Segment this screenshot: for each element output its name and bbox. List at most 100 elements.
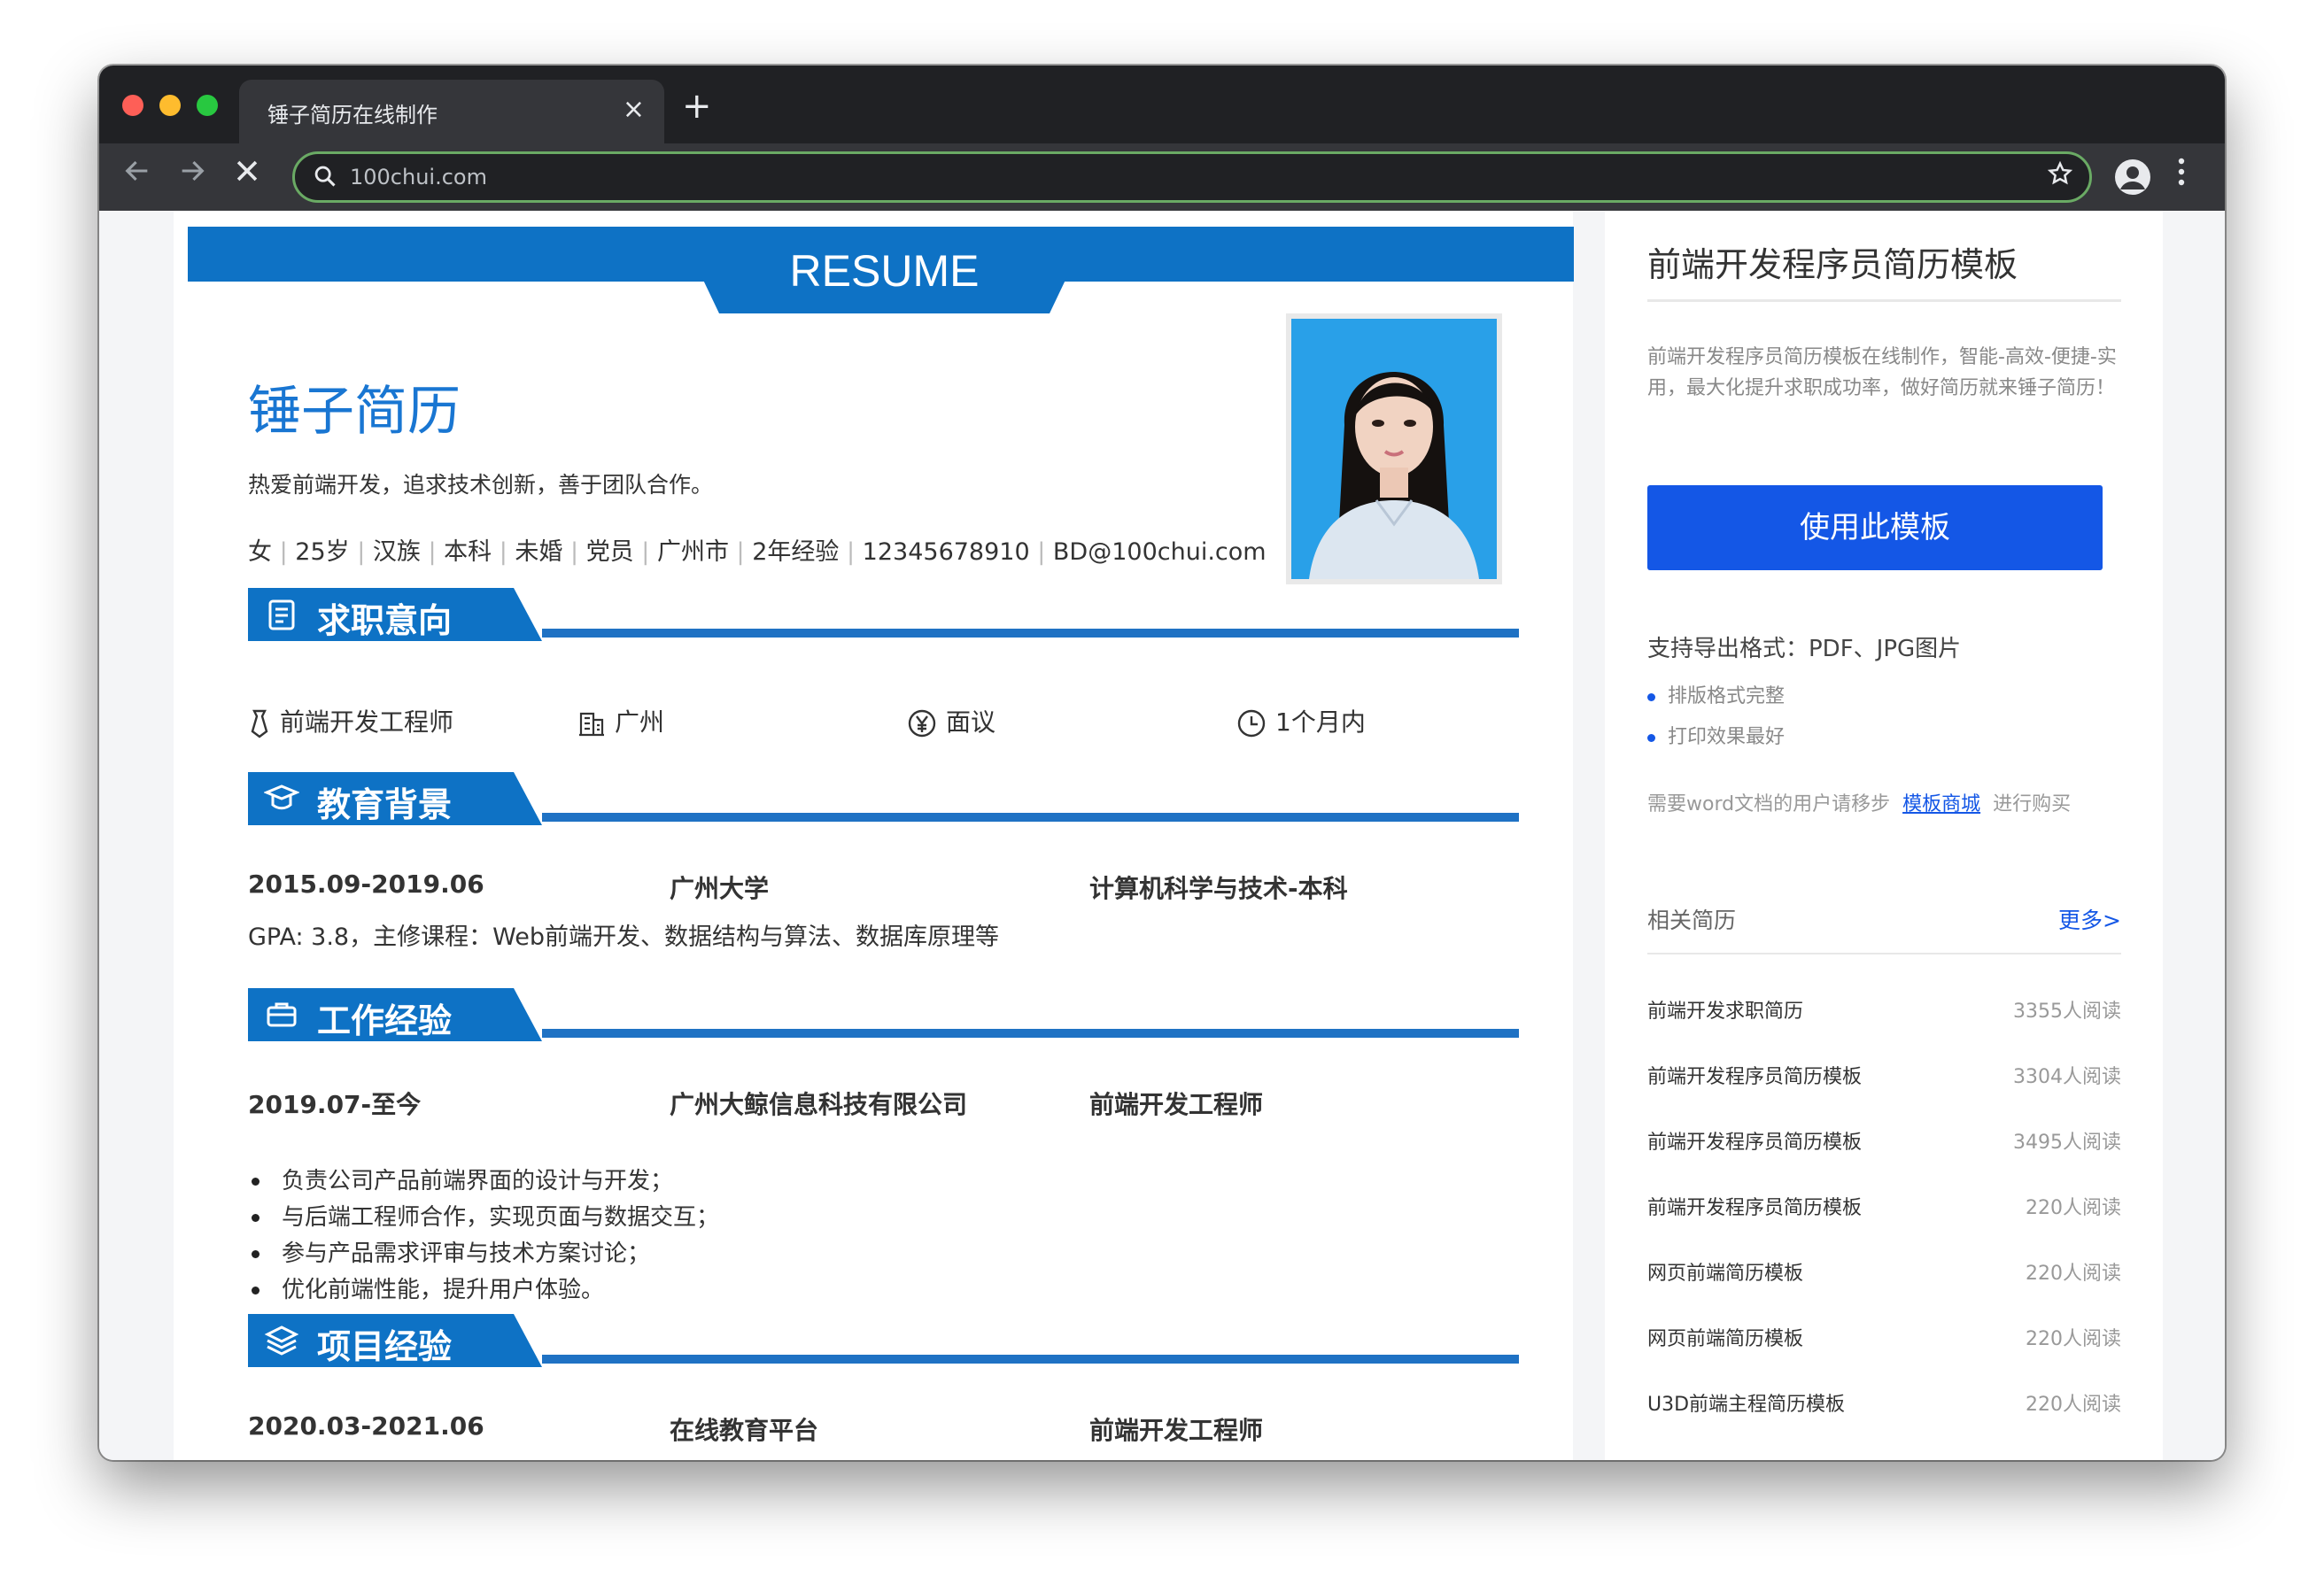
intent-city-text: 广州 — [615, 707, 665, 737]
document-list-icon — [268, 599, 295, 630]
close-window-button[interactable] — [122, 95, 143, 116]
template-description: 前端开发程序员简历模板在线制作，智能-高效-便捷-实用，最大化提升求职成功率，做… — [1647, 346, 2117, 399]
related-item-title: 网页前端简历模板 — [1647, 1263, 1804, 1285]
divider — [1647, 953, 2121, 954]
tab-bar: 锤子简历在线制作 × + — [99, 66, 2225, 143]
edu-period: 2015.09-2019.06 — [248, 869, 484, 899]
resume-preview: RESUME 锤子简历 热爱前端开发，追求技术创新，善于团队合作。 女 | 25… — [174, 211, 1574, 1460]
maximize-window-button[interactable] — [197, 95, 218, 116]
info-separator: | — [1029, 538, 1053, 566]
related-item-count: 220人阅读 — [2026, 1263, 2121, 1285]
section-job-intent: 求职意向 — [248, 588, 1519, 641]
account-avatar-icon[interactable] — [2115, 159, 2150, 195]
intent-city: 广州 — [577, 703, 664, 738]
list-item: 优化前端性能，提升用户体验。 — [248, 1272, 719, 1309]
related-item-title: 前端开发求职简历 — [1647, 1001, 1804, 1023]
browser-toolbar: 100chui.com — [99, 143, 2225, 211]
template-store-link[interactable]: 模板商城 — [1902, 793, 1980, 815]
forward-icon[interactable] — [177, 156, 207, 197]
divider — [1647, 299, 2121, 302]
resume-name: 锤子简历 — [248, 381, 461, 443]
section-title: 工作经验 — [317, 1001, 453, 1040]
minimize-window-button[interactable] — [159, 95, 181, 116]
section-title: 项目经验 — [317, 1327, 453, 1366]
export-formats: 支持导出格式：PDF、JPG图片 — [1647, 636, 1962, 662]
work-role: 前端开发工程师 — [1089, 1090, 1264, 1119]
related-item[interactable]: U3D前端主程简历模板 220人阅读 — [1647, 1388, 2121, 1417]
related-item[interactable]: 网页前端简历模板 220人阅读 — [1647, 1323, 2121, 1351]
related-item-count: 220人阅读 — [2026, 1197, 2121, 1219]
browser-tab[interactable]: 锤子简历在线制作 × — [239, 80, 664, 143]
info-item: 2年经验 — [752, 538, 840, 566]
related-item-title: U3D前端主程简历模板 — [1647, 1394, 1846, 1416]
layers-icon — [264, 1325, 299, 1356]
browser-menu-icon[interactable] — [2177, 156, 2186, 198]
info-item: 25岁 — [295, 538, 350, 566]
tab-title: 锤子简历在线制作 — [267, 103, 438, 128]
edu-detail: GPA: 3.8，主修课程：Web前端开发、数据结构与算法、数据库原理等 — [248, 924, 999, 951]
related-item-count: 3495人阅读 — [2013, 1132, 2121, 1154]
related-item-count: 220人阅读 — [2026, 1328, 2121, 1350]
info-separator: | — [349, 538, 373, 566]
info-separator: | — [562, 538, 586, 566]
list-item: 与后端工程师合作，实现页面与数据交互； — [248, 1200, 719, 1236]
browser-window: 锤子简历在线制作 × + 100chui.com RESUME 锤子简历 热爱前… — [99, 66, 2225, 1460]
tab-close-icon[interactable]: × — [623, 92, 645, 128]
info-separator: | — [272, 538, 296, 566]
section-divider — [542, 813, 1519, 822]
related-item[interactable]: 前端开发程序员简历模板 3304人阅读 — [1647, 1061, 2121, 1089]
related-item-count: 3355人阅读 — [2013, 1001, 2121, 1023]
resume-photo — [1286, 313, 1502, 584]
resume-header-label: RESUME — [789, 246, 980, 296]
edu-school: 广州大学 — [670, 874, 770, 903]
intent-availability-text: 1个月内 — [1275, 707, 1366, 737]
work-company: 广州大鲸信息科技有限公司 — [670, 1090, 968, 1119]
info-item: 女 — [248, 538, 272, 566]
intent-salary-text: 面议 — [946, 707, 996, 737]
yen-icon — [908, 709, 936, 738]
related-item[interactable]: 前端开发求职简历 3355人阅读 — [1647, 995, 2121, 1024]
url-text: 100chui.com — [350, 165, 487, 189]
page-content: RESUME 锤子简历 热爱前端开发，追求技术创新，善于团队合作。 女 | 25… — [99, 211, 2225, 1460]
search-icon — [313, 164, 337, 192]
bookmark-star-icon[interactable] — [2047, 159, 2073, 195]
section-work: 工作经验 — [248, 988, 1519, 1041]
section-divider — [542, 1029, 1519, 1038]
intent-position: 前端开发工程师 — [248, 703, 453, 738]
template-sidebar: 前端开发程序员简历模板 前端开发程序员简历模板在线制作，智能-高效-便捷-实用，… — [1605, 211, 2163, 1460]
work-period: 2019.07-至今 — [248, 1090, 422, 1119]
info-item: BD@100chui.com — [1052, 538, 1267, 566]
work-duties: 负责公司产品前端界面的设计与开发； 与后端工程师合作，实现页面与数据交互； 参与… — [248, 1163, 719, 1309]
info-separator: | — [728, 538, 753, 566]
related-item-title: 前端开发程序员简历模板 — [1647, 1066, 1863, 1088]
related-title: 相关简历 — [1647, 908, 1737, 933]
project-name: 在线教育平台 — [670, 1416, 819, 1445]
info-item: 未婚 — [515, 538, 563, 566]
related-item[interactable]: 前端开发程序员简历模板 3495人阅读 — [1647, 1126, 2121, 1155]
graduation-cap-icon — [264, 784, 299, 810]
related-item[interactable]: 前端开发程序员简历模板 220人阅读 — [1647, 1192, 2121, 1220]
section-divider — [542, 629, 1519, 638]
stop-loading-icon[interactable] — [232, 156, 262, 197]
related-item-title: 前端开发程序员简历模板 — [1647, 1132, 1863, 1154]
section-project: 项目经验 — [248, 1314, 1519, 1367]
info-separator: | — [633, 538, 657, 566]
tie-icon — [251, 709, 268, 738]
address-bar[interactable]: 100chui.com — [292, 151, 2092, 203]
clock-icon — [1237, 709, 1266, 738]
back-icon[interactable] — [122, 156, 152, 197]
use-template-button[interactable]: 使用此模板 — [1647, 485, 2103, 570]
feature-item: 打印效果最好 — [1647, 721, 1785, 749]
section-title: 教育背景 — [317, 785, 453, 824]
related-item-title: 网页前端简历模板 — [1647, 1328, 1804, 1350]
intent-availability: 1个月内 — [1236, 703, 1366, 738]
info-separator: | — [492, 538, 515, 566]
info-item: 本科 — [444, 538, 492, 566]
new-tab-button[interactable]: + — [682, 85, 712, 128]
intent-position-text: 前端开发工程师 — [280, 707, 454, 737]
more-link[interactable]: 更多> — [2058, 903, 2121, 935]
list-item: 参与产品需求评审与技术方案讨论； — [248, 1236, 719, 1272]
related-item[interactable]: 网页前端简历模板 220人阅读 — [1647, 1257, 2121, 1286]
resume-intro: 热爱前端开发，追求技术创新，善于团队合作。 — [248, 472, 714, 498]
info-separator: | — [420, 538, 445, 566]
